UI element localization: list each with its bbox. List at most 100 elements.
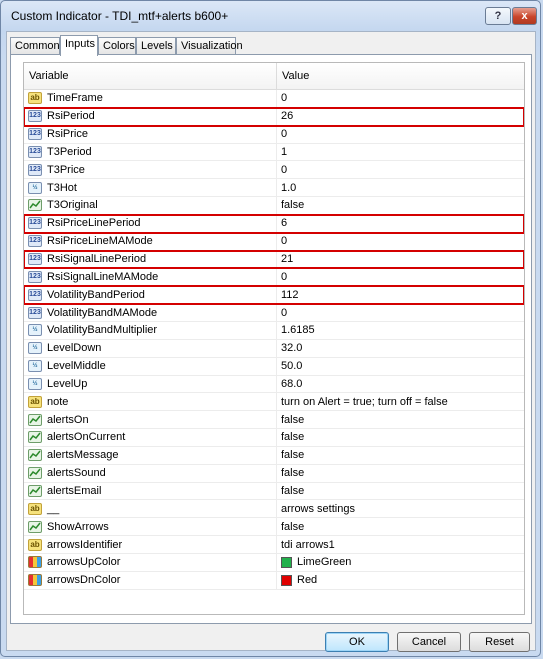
grid-row[interactable]: ½ LevelDown 32.0 [24,339,524,358]
grid-row[interactable]: alertsSound false [24,464,524,483]
variable-name: VolatilityBandMultiplier [47,324,158,337]
grid-row[interactable]: arrowsUpColor LimeGreen [24,553,524,572]
value-cell[interactable]: false [277,483,524,500]
variable-value: false [281,520,305,533]
variable-name: T3Original [47,199,98,212]
value-cell[interactable]: LimeGreen [277,554,524,571]
variable-column-header[interactable]: Variable [24,63,277,89]
variable-cell: ab arrowsIdentifier [24,536,277,553]
tab-visualization[interactable]: Visualization [176,37,243,55]
grid-row[interactable]: alertsOn false [24,411,524,430]
value-cell[interactable]: tdi arrows1 [277,536,524,553]
grid-row[interactable]: 123 RsiPrice 0 [24,125,524,144]
value-cell[interactable]: 1.0 [277,179,524,196]
variable-value: 1.6185 [281,324,315,337]
grid-row[interactable]: ½ VolatilityBandMultiplier 1.6185 [24,321,524,340]
value-cell[interactable]: false [277,411,524,428]
value-cell[interactable]: 26 [277,108,524,125]
value-cell[interactable]: false [277,465,524,482]
grid-header: Variable Value [24,63,524,90]
variable-value: 112 [281,288,299,301]
title-bar[interactable]: Custom Indicator - TDI_mtf+alerts b600+ … [1,1,540,31]
grid-row[interactable]: 123 RsiSignalLinePeriod 21 [24,249,524,270]
grid-row[interactable]: arrowsDnColor Red [24,571,524,590]
grid-row[interactable]: alertsEmail false [24,482,524,501]
tab-common[interactable]: Common [10,37,60,55]
tab-levels[interactable]: Levels [136,37,176,55]
grid-row[interactable]: alertsMessage false [24,446,524,465]
variable-value: 50.0 [281,360,303,373]
value-cell[interactable]: 32.0 [277,340,524,357]
grid-row[interactable]: ab __ arrows settings [24,500,524,519]
boolean-icon [28,520,42,533]
value-cell[interactable]: false [277,447,524,464]
value-cell[interactable]: 0 [277,90,524,107]
tab-colors[interactable]: Colors [98,37,136,55]
custom-indicator-dialog: Custom Indicator - TDI_mtf+alerts b600+ … [0,0,541,657]
variable-value: false [281,449,305,462]
integer-icon: 123 [28,270,42,283]
variable-value: 1 [281,145,288,158]
variable-cell: 123 T3Price [24,161,277,179]
grid-row[interactable]: alertsOnCurrent false [24,429,524,447]
inputs-grid: Variable Value ab TimeFrame 0 123 RsiPeriod 2… [23,62,525,615]
grid-row[interactable]: ½ LevelUp 68.0 [24,375,524,394]
value-cell[interactable]: 21 [277,251,524,268]
close-button[interactable]: x [512,7,537,25]
cancel-button[interactable]: Cancel [397,632,461,652]
value-cell[interactable]: 0 [277,233,524,250]
ok-button[interactable]: OK [325,632,389,652]
value-cell[interactable]: turn on Alert = true; turn off = false [277,393,524,410]
value-cell[interactable]: Red [277,572,524,589]
grid-row[interactable]: ab TimeFrame 0 [24,90,524,108]
value-cell[interactable]: 1.6185 [277,322,524,339]
grid-row[interactable]: 123 VolatilityBandPeriod 112 [24,285,524,306]
value-cell[interactable]: 50.0 [277,358,524,375]
grid-row[interactable]: ShowArrows false [24,518,524,537]
variable-cell: 123 RsiPriceLinePeriod [24,214,277,232]
boolean-icon [28,467,42,480]
grid-row[interactable]: 123 T3Period 1 [24,143,524,162]
grid-row[interactable]: ½ T3Hot 1.0 [24,179,524,198]
color-icon [28,556,42,569]
variable-name: arrowsUpColor [47,556,121,569]
grid-row[interactable]: ab note turn on Alert = true; turn off = f… [24,393,524,412]
grid-row[interactable]: 123 T3Price 0 [24,161,524,180]
grid-row[interactable]: ab arrowsIdentifier tdi arrows1 [24,536,524,554]
integer-icon: 123 [28,306,42,319]
help-button[interactable]: ? [485,7,511,25]
variable-value: 26 [281,110,294,123]
grid-row[interactable]: 123 RsiPeriod 26 [24,106,524,127]
value-cell[interactable]: arrows settings [277,500,524,517]
grid-row[interactable]: 123 VolatilityBandMAMode 0 [24,304,524,322]
value-cell[interactable]: 1 [277,144,524,161]
variable-value: Red [297,574,318,587]
value-cell[interactable]: false [277,197,524,214]
value-column-header[interactable]: Value [277,63,524,89]
grid-row[interactable]: 123 RsiPriceLineMAMode 0 [24,232,524,251]
value-cell[interactable]: 0 [277,161,524,178]
variable-cell: 123 T3Period [24,143,277,161]
variable-cell: ½ LevelUp [24,375,277,393]
variable-cell: 123 RsiPeriod [24,107,277,125]
value-cell[interactable]: 112 [277,286,524,303]
grid-row[interactable]: T3Original false [24,197,524,215]
variable-cell: ½ LevelDown [24,339,277,357]
value-cell[interactable]: false [277,429,524,446]
grid-row[interactable]: ½ LevelMiddle 50.0 [24,357,524,376]
variable-value: 32.0 [281,342,303,355]
tab-inputs[interactable]: Inputs [60,35,98,56]
value-cell[interactable]: 0 [277,126,524,143]
value-cell[interactable]: 6 [277,215,524,232]
value-cell[interactable]: false [277,518,524,535]
value-cell[interactable]: 0 [277,268,524,285]
variable-cell: alertsSound [24,464,277,482]
value-cell[interactable]: 68.0 [277,376,524,393]
variable-name: RsiPriceLinePeriod [47,217,141,230]
grid-row[interactable]: 123 RsiPriceLinePeriod 6 [24,213,524,234]
integer-icon: 123 [28,163,42,176]
grid-row[interactable]: 123 RsiSignalLineMAMode 0 [24,268,524,287]
reset-button[interactable]: Reset [469,632,530,652]
value-cell[interactable]: 0 [277,304,524,321]
variable-name: VolatilityBandMAMode [47,306,158,319]
